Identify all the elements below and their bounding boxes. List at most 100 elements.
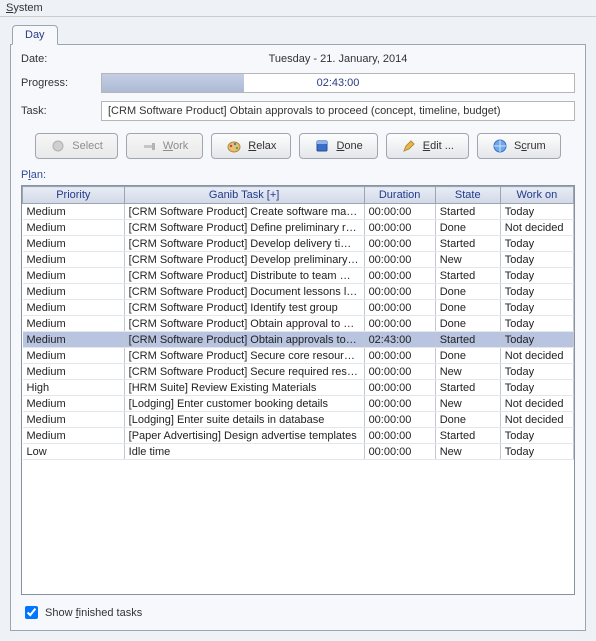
cell-task: [HRM Suite] Review Existing Materials bbox=[124, 380, 364, 396]
cell-task: [CRM Software Product] Secure required r… bbox=[124, 364, 364, 380]
work-button[interactable]: Work bbox=[126, 133, 203, 159]
table-row[interactable]: LowIdle time00:00:00NewToday bbox=[23, 444, 574, 460]
table-row[interactable]: High[HRM Suite] Review Existing Material… bbox=[23, 380, 574, 396]
toolbar: Select Work Relax bbox=[21, 133, 575, 159]
cell-priority: Medium bbox=[23, 252, 125, 268]
show-finished-text: Show finished tasks bbox=[45, 607, 142, 619]
task-label: Task: bbox=[21, 105, 101, 117]
cell-task: [Paper Advertising] Design advertise tem… bbox=[124, 428, 364, 444]
table-row[interactable]: Medium[CRM Software Product] Distribute … bbox=[23, 268, 574, 284]
table-row[interactable]: Medium[Lodging] Enter suite details in d… bbox=[23, 412, 574, 428]
edit-button[interactable]: Edit ... bbox=[386, 133, 469, 159]
table-row[interactable]: Medium[CRM Software Product] Document le… bbox=[23, 284, 574, 300]
cell-priority: Medium bbox=[23, 268, 125, 284]
cell-task: [Lodging] Enter customer booking details bbox=[124, 396, 364, 412]
cell-duration: 00:00:00 bbox=[364, 412, 435, 428]
date-label: Date: bbox=[21, 53, 101, 65]
cell-task: [CRM Software Product] Develop prelimina… bbox=[124, 252, 364, 268]
cell-task: [CRM Software Product] Develop delivery … bbox=[124, 236, 364, 252]
cell-priority: Medium bbox=[23, 220, 125, 236]
cell-priority: Medium bbox=[23, 300, 125, 316]
cell-state: Started bbox=[435, 428, 500, 444]
cell-state: Done bbox=[435, 412, 500, 428]
cell-task: [Lodging] Enter suite details in databas… bbox=[124, 412, 364, 428]
cell-workon: Today bbox=[500, 300, 573, 316]
menubar: System bbox=[0, 0, 596, 17]
cell-priority: Medium bbox=[23, 348, 125, 364]
cell-priority: Medium bbox=[23, 332, 125, 348]
col-header-priority[interactable]: Priority bbox=[23, 187, 125, 204]
cell-task: [CRM Software Product] Define preliminar… bbox=[124, 220, 364, 236]
scrum-button[interactable]: Scrum bbox=[477, 133, 561, 159]
table-row[interactable]: Medium[CRM Software Product] Create soft… bbox=[23, 204, 574, 220]
task-input[interactable] bbox=[101, 101, 575, 121]
cell-duration: 00:00:00 bbox=[364, 300, 435, 316]
content-area: Day Date: Tuesday - 21. January, 2014 Pr… bbox=[0, 17, 596, 641]
cell-workon: Today bbox=[500, 252, 573, 268]
cell-duration: 00:00:00 bbox=[364, 236, 435, 252]
menu-system[interactable]: System bbox=[6, 2, 43, 14]
table-row[interactable]: Medium[CRM Software Product] Identify te… bbox=[23, 300, 574, 316]
cell-task: [CRM Software Product] Document lessons … bbox=[124, 284, 364, 300]
cell-task: [CRM Software Product] Identify test gro… bbox=[124, 300, 364, 316]
cell-duration: 00:00:00 bbox=[364, 428, 435, 444]
cell-duration: 00:00:00 bbox=[364, 380, 435, 396]
cell-workon: Not decided bbox=[500, 412, 573, 428]
col-header-duration[interactable]: Duration bbox=[364, 187, 435, 204]
tab-day[interactable]: Day bbox=[12, 25, 58, 45]
table-row[interactable]: Medium[CRM Software Product] Define prel… bbox=[23, 220, 574, 236]
table-row[interactable]: Medium[CRM Software Product] Develop pre… bbox=[23, 252, 574, 268]
cell-duration: 00:00:00 bbox=[364, 364, 435, 380]
work-button-label: Work bbox=[163, 140, 188, 152]
cell-duration: 00:00:00 bbox=[364, 316, 435, 332]
cell-duration: 00:00:00 bbox=[364, 204, 435, 220]
cell-workon: Not decided bbox=[500, 220, 573, 236]
cell-workon: Today bbox=[500, 236, 573, 252]
table-row[interactable]: Medium[Lodging] Enter customer booking d… bbox=[23, 396, 574, 412]
select-icon bbox=[50, 138, 66, 154]
cell-task: Idle time bbox=[124, 444, 364, 460]
table-row[interactable]: Medium[CRM Software Product] Secure core… bbox=[23, 348, 574, 364]
table-row[interactable]: Medium[CRM Software Product] Obtain appr… bbox=[23, 316, 574, 332]
main-window: System Day Date: Tuesday - 21. January, … bbox=[0, 0, 596, 641]
col-header-state[interactable]: State bbox=[435, 187, 500, 204]
tabs: Day bbox=[12, 25, 586, 45]
plan-grid[interactable]: Priority Ganib Task [+] Duration State W… bbox=[22, 186, 574, 460]
show-finished-checkbox[interactable] bbox=[25, 606, 38, 619]
col-header-workon[interactable]: Work on bbox=[500, 187, 573, 204]
cell-workon: Today bbox=[500, 380, 573, 396]
done-button[interactable]: Done bbox=[299, 133, 377, 159]
plan-grid-scroll[interactable]: Priority Ganib Task [+] Duration State W… bbox=[22, 186, 574, 594]
cell-priority: High bbox=[23, 380, 125, 396]
date-value: Tuesday - 21. January, 2014 bbox=[101, 53, 575, 65]
cell-duration: 00:00:00 bbox=[364, 444, 435, 460]
cell-workon: Today bbox=[500, 268, 573, 284]
progress-bar: 02:43:00 bbox=[101, 73, 575, 93]
cell-duration: 00:00:00 bbox=[364, 284, 435, 300]
show-finished-checkbox-label[interactable]: Show finished tasks bbox=[21, 603, 575, 622]
date-row: Date: Tuesday - 21. January, 2014 bbox=[21, 53, 575, 65]
cell-task: [CRM Software Product] Obtain approval t… bbox=[124, 316, 364, 332]
select-button[interactable]: Select bbox=[35, 133, 118, 159]
book-icon bbox=[314, 138, 330, 154]
plan-grid-box: Priority Ganib Task [+] Duration State W… bbox=[21, 185, 575, 595]
table-row[interactable]: Medium[CRM Software Product] Obtain appr… bbox=[23, 332, 574, 348]
col-header-task[interactable]: Ganib Task [+] bbox=[124, 187, 364, 204]
table-row[interactable]: Medium[CRM Software Product] Secure requ… bbox=[23, 364, 574, 380]
cell-workon: Today bbox=[500, 364, 573, 380]
cell-workon: Not decided bbox=[500, 348, 573, 364]
cell-duration: 00:00:00 bbox=[364, 252, 435, 268]
cell-duration: 00:00:00 bbox=[364, 348, 435, 364]
table-row[interactable]: Medium[CRM Software Product] Develop del… bbox=[23, 236, 574, 252]
cell-duration: 02:43:00 bbox=[364, 332, 435, 348]
pencil-icon bbox=[401, 138, 417, 154]
cell-state: Done bbox=[435, 316, 500, 332]
cell-task: [CRM Software Product] Distribute to tea… bbox=[124, 268, 364, 284]
cell-priority: Medium bbox=[23, 204, 125, 220]
table-row[interactable]: Medium[Paper Advertising] Design adverti… bbox=[23, 428, 574, 444]
cell-priority: Medium bbox=[23, 428, 125, 444]
select-button-label: Select bbox=[72, 140, 103, 152]
cell-workon: Today bbox=[500, 204, 573, 220]
cell-task: [CRM Software Product] Create software m… bbox=[124, 204, 364, 220]
relax-button[interactable]: Relax bbox=[211, 133, 291, 159]
